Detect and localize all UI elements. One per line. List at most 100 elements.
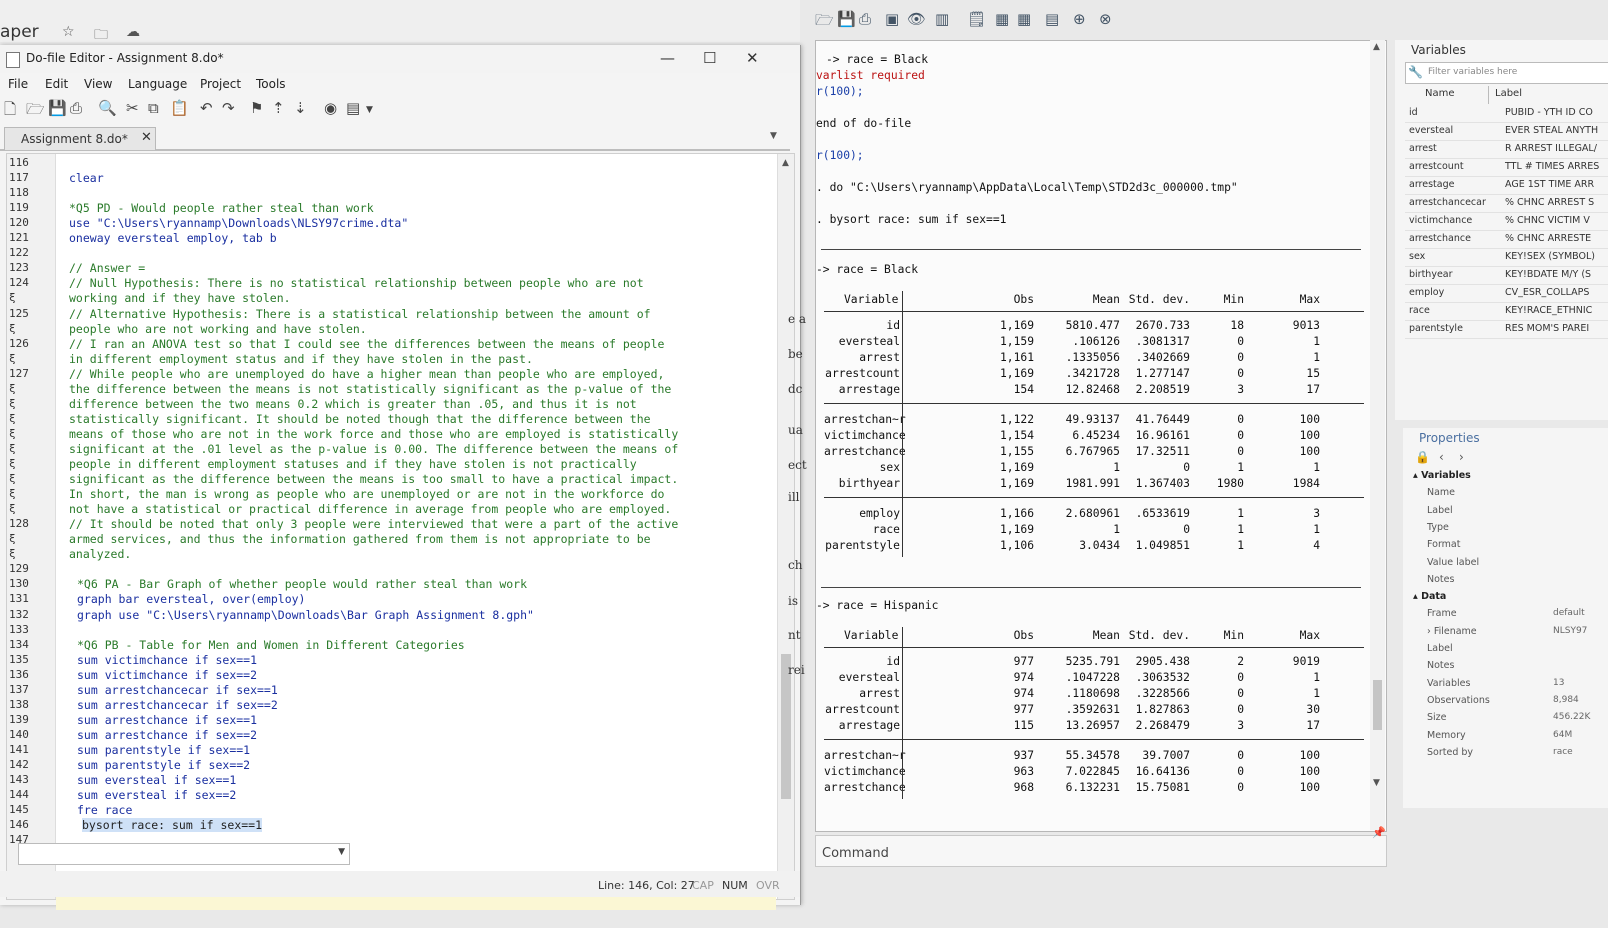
open-icon[interactable]: 🗁 [815,10,834,35]
variable-row[interactable]: eversteal EVER STEAL ANYTH [1405,122,1608,141]
property-row[interactable]: Label [1413,503,1608,520]
previous-bookmark-icon[interactable]: ⇡ [272,99,285,117]
scroll-up-icon[interactable]: ▲ [1373,42,1380,52]
undo-icon[interactable]: ↶ [200,99,213,117]
tab-close-icon[interactable]: ✕ [141,130,152,145]
cloud-icon[interactable]: ☁ [126,24,140,40]
variable-row[interactable]: birthyear KEY!BDATE M/Y (S [1405,266,1608,285]
variable-row[interactable]: id PUBID - YTH ID CO [1405,104,1608,123]
command-window[interactable]: Command 📌 [815,826,1387,867]
property-row[interactable]: Observations 8,984 [1413,693,1608,710]
paste-icon[interactable]: 📋 [170,99,189,117]
scroll-down-icon[interactable]: ▼ [1373,778,1380,788]
properties-section[interactable]: ▴ Data [1413,589,1608,606]
table-cell: 1,161 [999,351,1034,364]
table-cell: 100 [1299,765,1320,778]
menu-edit[interactable]: Edit [45,77,68,91]
column-divider[interactable] [1488,86,1489,104]
line-number: 118 [9,186,29,200]
property-row[interactable]: Notes [1413,572,1608,589]
minimize-button[interactable]: — [660,49,675,67]
property-row[interactable]: Memory 64M [1413,728,1608,745]
execute-icon[interactable]: ▤ [346,99,360,117]
column-header-name[interactable]: Name [1425,88,1455,99]
variable-row[interactable]: arrestage AGE 1ST TIME ARR [1405,176,1608,195]
variable-row[interactable]: arrestchance % CHNC ARRESTE [1405,230,1608,249]
variable-row[interactable]: parentstyle RES MOM'S PAREI [1405,320,1608,339]
variable-label: % CHNC VICTIM V [1505,215,1590,226]
find-icon[interactable]: 🔍 [98,99,117,117]
variable-row[interactable]: employ CV_ESR_COLLAPS [1405,284,1608,303]
data-browser-icon[interactable]: ▦ [1017,10,1031,28]
bottom-dropdown[interactable]: ▼ [18,843,350,865]
viewer-icon[interactable]: 👁 [907,10,926,28]
results-window[interactable]: -> race = Black varlist required r(100);… [815,40,1387,832]
save-icon[interactable]: 💾 [48,99,67,117]
menu-project[interactable]: Project [200,77,241,91]
tab-list-chevron-icon[interactable]: ▼ [770,131,777,141]
log-icon[interactable]: ▣ [885,10,899,28]
scroll-up-icon[interactable]: ▲ [782,158,789,168]
variable-row[interactable]: arrest R ARREST ILLEGAL/ [1405,140,1608,159]
menu-view[interactable]: View [84,77,112,91]
property-row[interactable]: Frame default [1413,606,1608,623]
back-arrow-icon[interactable]: ‹ [1439,450,1444,464]
property-row[interactable]: Size 456.22K [1413,710,1608,727]
cut-icon[interactable]: ✂ [126,99,139,117]
copy-icon[interactable]: ⧉ [148,99,159,117]
save-results-icon[interactable]: 💾 [837,10,856,28]
property-row[interactable]: Format [1413,537,1608,554]
variable-row[interactable]: arrestchancecar % CHNC ARREST S [1405,194,1608,213]
scroll-thumb[interactable] [1373,680,1382,730]
editor-vertical-scrollbar[interactable]: ▲ ▼ [777,154,794,899]
dofile-editor-icon[interactable]: 🗒 [967,10,986,28]
print-icon[interactable]: ⎙ [70,99,82,117]
graph-icon[interactable]: ▥ [935,10,949,28]
bookmark-icon[interactable]: ⚑ [250,99,263,117]
break-icon[interactable]: ⊗ [1099,10,1112,28]
variable-row[interactable]: arrestcount TTL # TIMES ARRES [1405,158,1608,177]
menu-file[interactable]: File [8,77,28,91]
more-icon[interactable]: ⊕ [1073,10,1086,28]
open-folder-icon[interactable]: 🗁 [26,99,45,124]
menu-language[interactable]: Language [128,77,187,91]
chevron-down-icon[interactable]: ▼ [338,847,345,857]
results-scrollbar[interactable]: ▲ ▼ [1370,40,1385,830]
close-button[interactable]: ✕ [746,49,759,67]
show-icon[interactable]: ◉ [324,99,337,117]
line-number: 123 [9,261,29,275]
table-cell: 1 [1237,523,1244,536]
property-row[interactable]: Type [1413,520,1608,537]
data-editor-icon[interactable]: ▦ [995,10,1009,28]
property-row[interactable]: Name [1413,485,1608,502]
lock-icon[interactable]: 🔒 [1415,450,1430,464]
redo-icon[interactable]: ↷ [222,99,235,117]
property-row[interactable]: Sorted by race [1413,745,1608,762]
pin-icon[interactable]: 📌 [1372,826,1386,839]
variable-row[interactable]: victimchance % CHNC VICTIM V [1405,212,1608,231]
property-row[interactable]: Label [1413,641,1608,658]
tab-assignment-8[interactable]: Assignment 8.do* ✕ [4,127,156,150]
forward-arrow-icon[interactable]: › [1459,450,1464,464]
line-number: 132 [9,607,29,621]
next-bookmark-icon[interactable]: ⇣ [294,99,307,117]
property-row[interactable]: Notes [1413,658,1608,675]
variable-row[interactable]: race KEY!RACE_ETHNIC [1405,302,1608,321]
variable-filter-input[interactable]: 🔧 Filter variables here [1405,62,1608,84]
variable-row[interactable]: sex KEY!SEX (SYMBOL) [1405,248,1608,267]
column-header-label[interactable]: Label [1495,88,1522,99]
new-file-icon[interactable]: 🗋 [4,99,16,124]
variable-label: KEY!SEX (SYMBOL) [1505,251,1595,262]
property-row[interactable]: › Filename NLSY97 [1413,624,1608,641]
properties-section[interactable]: ▴ Variables [1413,468,1608,485]
wrench-icon[interactable]: 🔧 [1408,65,1423,79]
property-row[interactable]: Variables 13 [1413,676,1608,693]
execute-dropdown-icon[interactable]: ▼ [366,105,373,115]
variables-manager-icon[interactable]: ▤ [1045,10,1059,28]
property-row[interactable]: Value label [1413,555,1608,572]
menu-tools[interactable]: Tools [256,77,286,91]
star-icon[interactable]: ☆ [62,24,75,40]
print-results-icon[interactable]: ⎙ [859,10,871,28]
code-editor[interactable]: 116 117 118 119 120 121 122 123 124 ξ 125 ξ 126 ξ 127 ξ… [6,153,795,910]
maximize-button[interactable]: ☐ [703,49,716,67]
